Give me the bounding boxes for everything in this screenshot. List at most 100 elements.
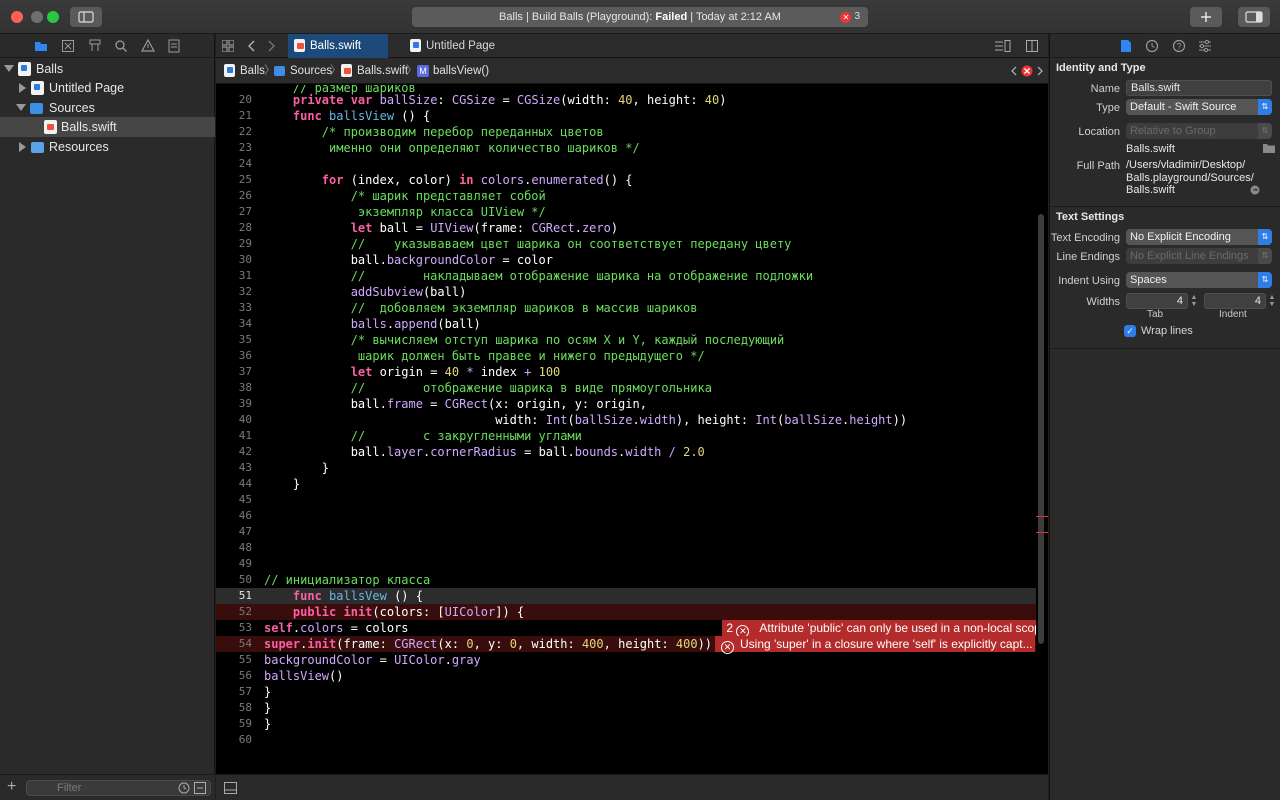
location-popup: Relative to Group ⇅ xyxy=(1126,123,1272,139)
indent-using-popup[interactable]: Spaces ⇅ xyxy=(1126,272,1272,288)
disclosure-closed-icon[interactable] xyxy=(19,83,26,93)
find-navigator-tab[interactable] xyxy=(113,38,129,54)
add-button[interactable] xyxy=(1190,7,1222,27)
report-icon xyxy=(168,39,180,53)
debug-area-toggle-icon[interactable] xyxy=(224,782,237,794)
scm-filter-icon[interactable] xyxy=(194,782,206,794)
chevron-right-icon[interactable] xyxy=(1036,66,1044,76)
tab-untitled-page[interactable]: Untitled Page xyxy=(404,34,514,58)
reveal-in-finder-icon[interactable] xyxy=(1250,185,1260,195)
playground-icon xyxy=(224,64,235,77)
full-path-line: Balls.playground/Sources/ xyxy=(1126,171,1254,184)
disclosure-open-icon[interactable] xyxy=(16,104,26,111)
inspector-toggle-button[interactable] xyxy=(1238,7,1270,27)
error-annotation[interactable]: ✕ Using 'super' in a closure where 'self'… xyxy=(715,636,1035,654)
recent-files-icon[interactable] xyxy=(178,782,190,794)
help-icon[interactable]: ? xyxy=(1172,39,1186,53)
error-count-badge[interactable]: ✕ 3 xyxy=(840,10,860,24)
line-number: 57 xyxy=(238,685,252,698)
chevron-left-icon[interactable] xyxy=(246,40,258,52)
line-number: 35 xyxy=(238,333,252,346)
line-number: 46 xyxy=(238,509,252,522)
line-number: 49 xyxy=(238,557,252,570)
error-marker[interactable] xyxy=(1036,532,1048,533)
code-text: private var ballSize: CGSize = CGSize(wi… xyxy=(292,93,727,107)
navigator-toggle-button[interactable] xyxy=(70,7,102,27)
section-divider xyxy=(1050,348,1280,349)
tree-item-resources[interactable]: Resources xyxy=(0,137,215,157)
code-line: 24 xyxy=(216,156,1036,172)
code-line: 38 // отображение шарика в виде прямоуго… xyxy=(216,380,1036,396)
disclosure-closed-icon[interactable] xyxy=(19,142,26,152)
code-line: 56 ballsView() xyxy=(216,668,1036,684)
type-popup[interactable]: Default - Swift Source ⇅ xyxy=(1126,99,1272,115)
encoding-popup[interactable]: No Explicit Encoding ⇅ xyxy=(1126,229,1272,245)
code-line: 33 // добовляем экземпляр шариков в масс… xyxy=(216,300,1036,316)
symbol-navigator-tab[interactable] xyxy=(87,38,103,54)
line-number: 37 xyxy=(238,365,252,378)
code-text: именно они определяют количество шариков… xyxy=(264,141,640,155)
issue-navigator-tab[interactable] xyxy=(140,38,156,54)
code-line: 40 width: Int(ballSize.width), height: I… xyxy=(216,412,1036,428)
jumpbar-item-ballsview[interactable]: M ballsView() xyxy=(417,58,489,84)
tree-item-balls[interactable]: Balls xyxy=(0,59,215,79)
line-number: 30 xyxy=(238,253,252,266)
method-icon: M xyxy=(417,65,429,77)
error-marker[interactable] xyxy=(1036,516,1048,517)
folder-icon[interactable] xyxy=(1263,143,1275,153)
error-annotation[interactable]: 2 ✕ Attribute 'public' can only be used i… xyxy=(689,604,1036,638)
code-line-current: 51 func ballsVew () { xyxy=(216,588,1036,604)
chevron-left-icon[interactable] xyxy=(1010,66,1018,76)
file-icon[interactable] xyxy=(1120,39,1132,53)
error-icon[interactable] xyxy=(1021,65,1033,77)
line-number: 43 xyxy=(238,461,252,474)
grid-icon[interactable] xyxy=(222,40,234,52)
plus-icon[interactable]: + xyxy=(7,778,16,796)
line-endings-popup: No Explicit Line Endings ⇅ xyxy=(1126,248,1272,264)
code-text: for (index, color) in colors.enumerated(… xyxy=(321,173,633,187)
indent-width-stepper[interactable]: ▲ ▼ xyxy=(1268,294,1276,308)
chevron-up-down-icon: ⇅ xyxy=(1258,229,1272,245)
name-field[interactable]: Balls.swift xyxy=(1126,80,1272,96)
code-text: ballsView() xyxy=(264,669,344,683)
tree-item-balls-swift[interactable]: Balls.swift xyxy=(0,117,215,137)
code-text: addSubview(ball) xyxy=(350,285,467,299)
code-text: ball.layer.cornerRadius = ball.bounds.wi… xyxy=(264,445,705,459)
code-text: let origin = 40 * index + 100 xyxy=(350,365,561,379)
code-text-area[interactable]: // размер шариков 20 private var ballSiz… xyxy=(216,85,1036,775)
indent-width-field[interactable]: 4 xyxy=(1204,293,1266,309)
editor-scrollbar[interactable] xyxy=(1038,214,1044,644)
minimize-window-button[interactable] xyxy=(31,11,43,23)
code-text: } xyxy=(264,461,330,475)
chevron-right-icon[interactable] xyxy=(265,40,277,52)
tree-item-sources[interactable]: Sources xyxy=(0,98,215,118)
close-window-button[interactable] xyxy=(11,11,23,23)
editor-options-icon[interactable] xyxy=(995,40,1011,52)
project-navigator-tab[interactable] xyxy=(33,38,49,54)
filter-placeholder: Filter xyxy=(57,782,82,794)
tab-width-stepper[interactable]: ▲ ▼ xyxy=(1190,294,1198,308)
history-icon[interactable] xyxy=(1145,39,1159,53)
attributes-icon[interactable] xyxy=(1198,39,1212,53)
jumpbar-item-sources[interactable]: Sources xyxy=(274,58,332,84)
tab-width-field[interactable]: 4 xyxy=(1126,293,1188,309)
jumpbar-item-balls[interactable]: Balls xyxy=(224,58,265,84)
tree-item-untitled-page[interactable]: Untitled Page xyxy=(0,78,215,98)
source-control-tab[interactable] xyxy=(60,38,76,54)
line-number: 24 xyxy=(238,157,252,170)
code-text: // инициализатор класса xyxy=(264,573,431,587)
code-line: 60 xyxy=(216,732,1036,748)
report-navigator-tab[interactable] xyxy=(166,38,182,54)
disclosure-open-icon[interactable] xyxy=(4,65,14,72)
title-bar: Balls | Build Balls (Playground): Failed… xyxy=(0,0,1280,34)
split-editor-icon[interactable] xyxy=(1026,40,1038,52)
tab-balls-swift[interactable]: Balls.swift xyxy=(288,34,388,58)
code-line: 49 xyxy=(216,556,1036,572)
line-number: 48 xyxy=(238,541,252,554)
wrap-lines-checkbox[interactable]: ✓ xyxy=(1124,325,1136,337)
zoom-window-button[interactable] xyxy=(47,11,59,23)
jumpbar-item-balls-swift[interactable]: Balls.swift xyxy=(341,58,408,84)
full-path-label: Full Path xyxy=(1076,160,1120,172)
line-number: 28 xyxy=(238,221,252,234)
full-path-value: /Users/vladimir/Desktop/ Balls.playgroun… xyxy=(1126,159,1254,197)
